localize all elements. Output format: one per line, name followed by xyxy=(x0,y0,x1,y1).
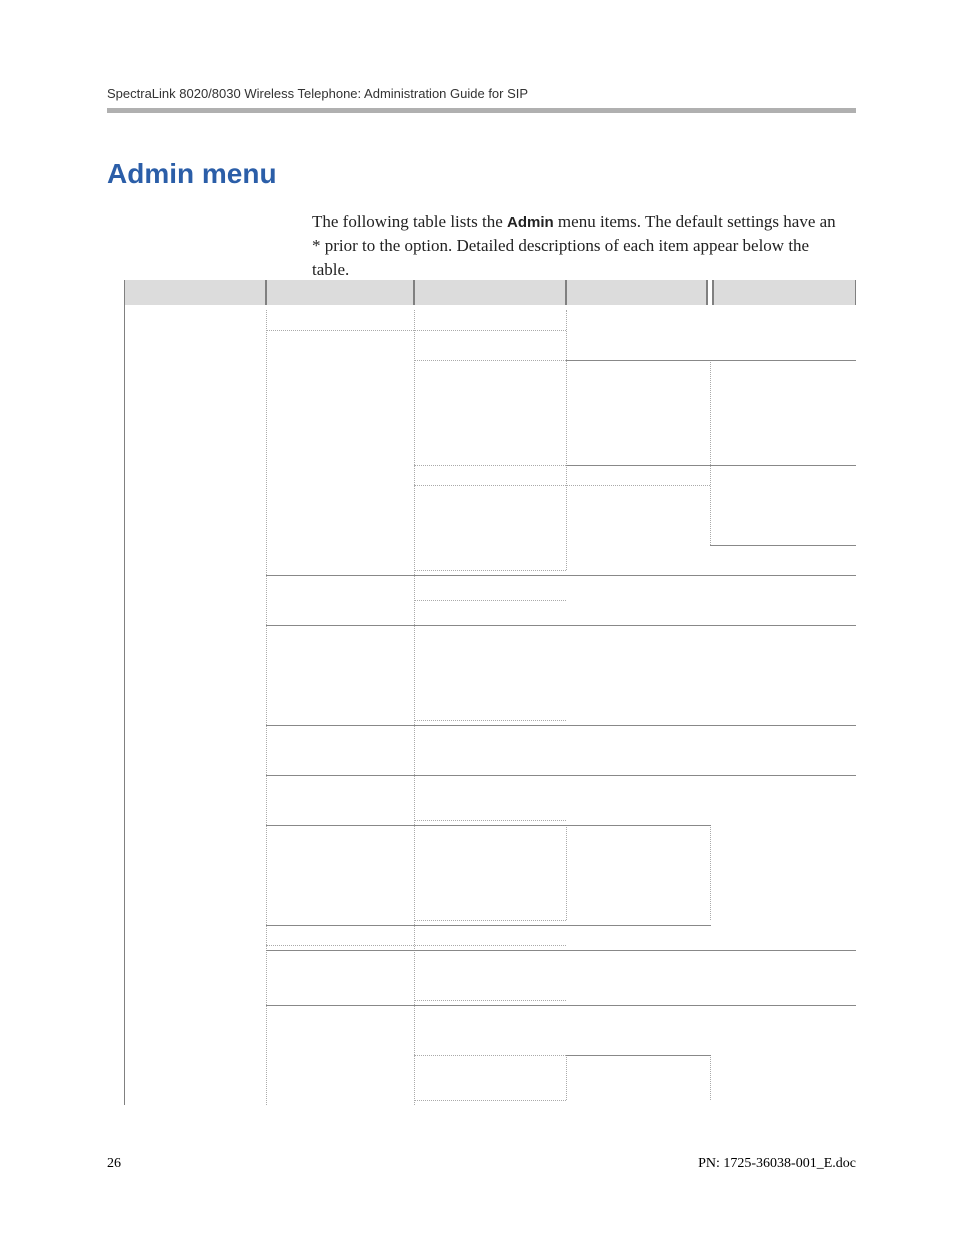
table-rule xyxy=(266,1005,856,1006)
table-rule xyxy=(566,360,856,361)
table-rule xyxy=(710,825,711,920)
table-rule xyxy=(566,1055,567,1100)
table-rule xyxy=(414,600,566,601)
table-rule xyxy=(266,310,267,1105)
table-rule xyxy=(266,925,711,926)
table-rule xyxy=(414,465,566,466)
table-header-cell xyxy=(414,280,566,305)
table-header-cell xyxy=(712,280,856,305)
table-header-cell xyxy=(566,280,708,305)
page-number: 26 xyxy=(107,1156,121,1172)
table-rule xyxy=(266,945,566,946)
table-rule xyxy=(414,310,415,1105)
table-header-row xyxy=(124,280,856,305)
table-rule xyxy=(414,485,710,486)
table-rule xyxy=(266,575,856,576)
table-rule xyxy=(566,310,567,570)
table-rule xyxy=(266,950,856,951)
table-rule xyxy=(266,825,711,826)
section-title: Admin menu xyxy=(107,158,277,190)
table-rule xyxy=(266,625,856,626)
running-header: SpectraLink 8020/8030 Wireless Telephone… xyxy=(107,86,528,101)
table-rule xyxy=(414,820,566,821)
table-rule xyxy=(414,1000,566,1001)
table-header-cell xyxy=(266,280,414,305)
admin-menu-table xyxy=(124,280,856,1105)
intro-paragraph: The following table lists the Admin menu… xyxy=(312,210,847,281)
table-rule xyxy=(710,1055,711,1100)
table-rule xyxy=(710,545,856,546)
intro-text-bold: Admin xyxy=(507,214,554,231)
table-rule xyxy=(414,360,566,361)
table-rule xyxy=(414,570,566,571)
intro-text-pre: The following table lists the xyxy=(312,212,507,231)
table-rule xyxy=(414,920,566,921)
table-rule xyxy=(566,465,856,466)
table-header-cell xyxy=(124,280,266,305)
table-rule xyxy=(566,825,567,920)
table-rule xyxy=(710,360,711,545)
table-rule xyxy=(266,330,566,331)
header-rule xyxy=(107,108,856,113)
table-rule xyxy=(414,1100,566,1101)
part-number: PN: 1725-36038-001_E.doc xyxy=(698,1156,856,1172)
table-rule xyxy=(266,775,856,776)
table-rule xyxy=(266,725,856,726)
table-rule xyxy=(414,1055,566,1056)
table-rule xyxy=(414,720,566,721)
table-rule xyxy=(124,305,125,1105)
table-rule xyxy=(566,1055,711,1056)
